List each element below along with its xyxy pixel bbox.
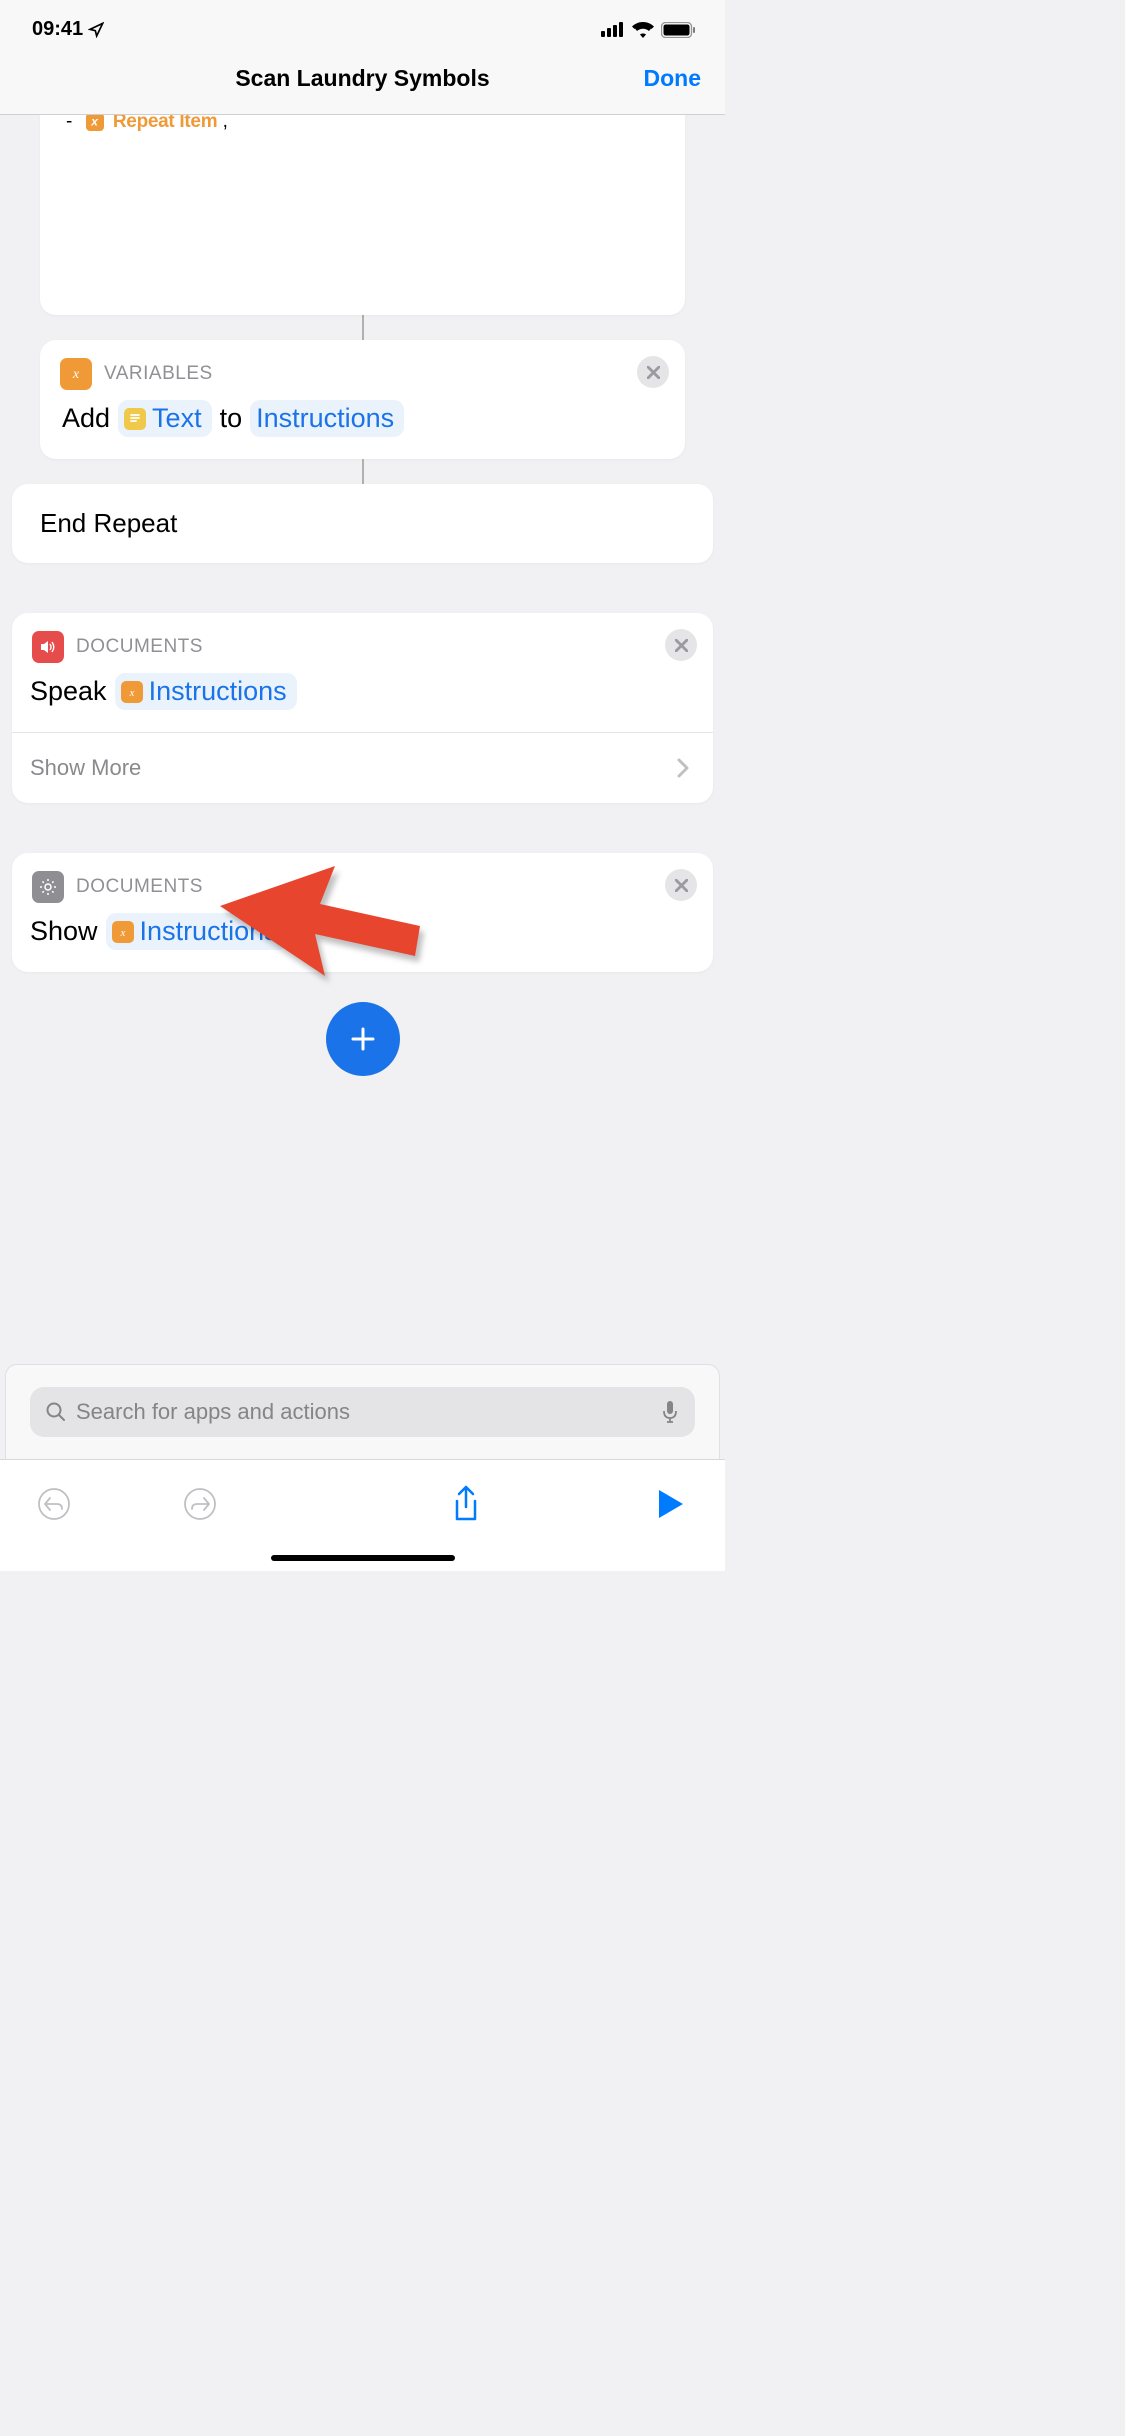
add-action-button[interactable] [326, 1002, 400, 1076]
variable-icon: x [112, 921, 134, 943]
card-body: Show x Instructions [12, 913, 713, 972]
suffix: , [223, 115, 228, 132]
partial-content: - Repeat Item , [66, 115, 659, 133]
nav-header: Scan Laundry Symbols Done [0, 51, 725, 115]
end-repeat-label: End Repeat [40, 508, 177, 538]
text-icon [124, 408, 146, 430]
search-placeholder: Search for apps and actions [76, 1399, 651, 1425]
plus-icon [348, 1024, 378, 1054]
svg-text:x: x [72, 367, 80, 382]
search-panel: Search for apps and actions [5, 1364, 720, 1459]
svg-text:x: x [119, 927, 125, 938]
card-category-label: DOCUMENTS [76, 876, 203, 898]
show-more-button[interactable]: Show More [12, 732, 713, 803]
close-button[interactable] [665, 629, 697, 661]
instructions-token[interactable]: Instructions [250, 400, 404, 437]
svg-text:x: x [128, 687, 134, 698]
redo-button[interactable] [182, 1486, 218, 1522]
card-category-label: VARIABLES [104, 363, 213, 385]
variables-icon: x [60, 358, 92, 390]
show-more-label: Show More [30, 755, 141, 781]
gear-icon [32, 871, 64, 903]
show-action-card[interactable]: DOCUMENTS Show x Instructions [12, 853, 713, 972]
wifi-icon [632, 22, 654, 38]
action-speak: Speak [30, 676, 107, 707]
card-header: x VARIABLES [40, 340, 685, 400]
connector-line [362, 315, 364, 340]
close-button[interactable] [637, 356, 669, 388]
action-to: to [220, 403, 243, 434]
token-label: Instructions [149, 676, 287, 707]
home-indicator [271, 1555, 455, 1561]
undo-button[interactable] [36, 1486, 72, 1522]
cellular-icon [601, 22, 625, 37]
chevron-right-icon [677, 758, 689, 778]
play-button[interactable] [653, 1486, 689, 1522]
dash: - [66, 115, 72, 132]
card-header: DOCUMENTS [12, 853, 713, 913]
search-icon [46, 1402, 66, 1422]
close-button[interactable] [665, 869, 697, 901]
repeat-item-chip[interactable]: Repeat Item [113, 115, 217, 132]
share-button[interactable] [448, 1486, 484, 1522]
text-token[interactable]: Text [118, 400, 212, 437]
action-show: Show [30, 916, 98, 947]
end-repeat-card[interactable]: End Repeat [12, 484, 713, 563]
text-action-card-partial[interactable]: - Repeat Item , [40, 115, 685, 315]
status-bar: 09:41 [0, 0, 725, 51]
token-label: Instructions [256, 403, 394, 434]
speak-action-card[interactable]: DOCUMENTS Speak x Instructions Show More [12, 613, 713, 803]
page-title: Scan Laundry Symbols [235, 65, 489, 92]
speaker-icon [32, 631, 64, 663]
variable-icon: x [121, 681, 143, 703]
status-indicators [601, 22, 695, 38]
status-time: 09:41 [32, 18, 104, 41]
instructions-token[interactable]: x Instructions [115, 673, 297, 710]
variable-icon [86, 115, 104, 131]
card-body: Speak x Instructions [12, 673, 713, 732]
time-text: 09:41 [32, 18, 83, 41]
card-category-label: DOCUMENTS [76, 636, 203, 658]
action-add: Add [62, 403, 110, 434]
content-area: - Repeat Item , x VARIABLES Add Text [0, 115, 725, 1076]
card-body: Add Text to Instructions [40, 400, 685, 459]
microphone-icon[interactable] [661, 1400, 679, 1424]
instructions-token[interactable]: x Instructions [106, 913, 288, 950]
done-button[interactable]: Done [644, 65, 702, 92]
connector-line [362, 459, 364, 484]
variables-action-card[interactable]: x VARIABLES Add Text to Instructions [40, 340, 685, 459]
token-label: Instructions [140, 916, 278, 947]
card-header: DOCUMENTS [12, 613, 713, 673]
token-label: Text [152, 403, 202, 434]
location-icon [88, 22, 104, 38]
battery-icon [661, 22, 695, 38]
search-input[interactable]: Search for apps and actions [30, 1387, 695, 1437]
